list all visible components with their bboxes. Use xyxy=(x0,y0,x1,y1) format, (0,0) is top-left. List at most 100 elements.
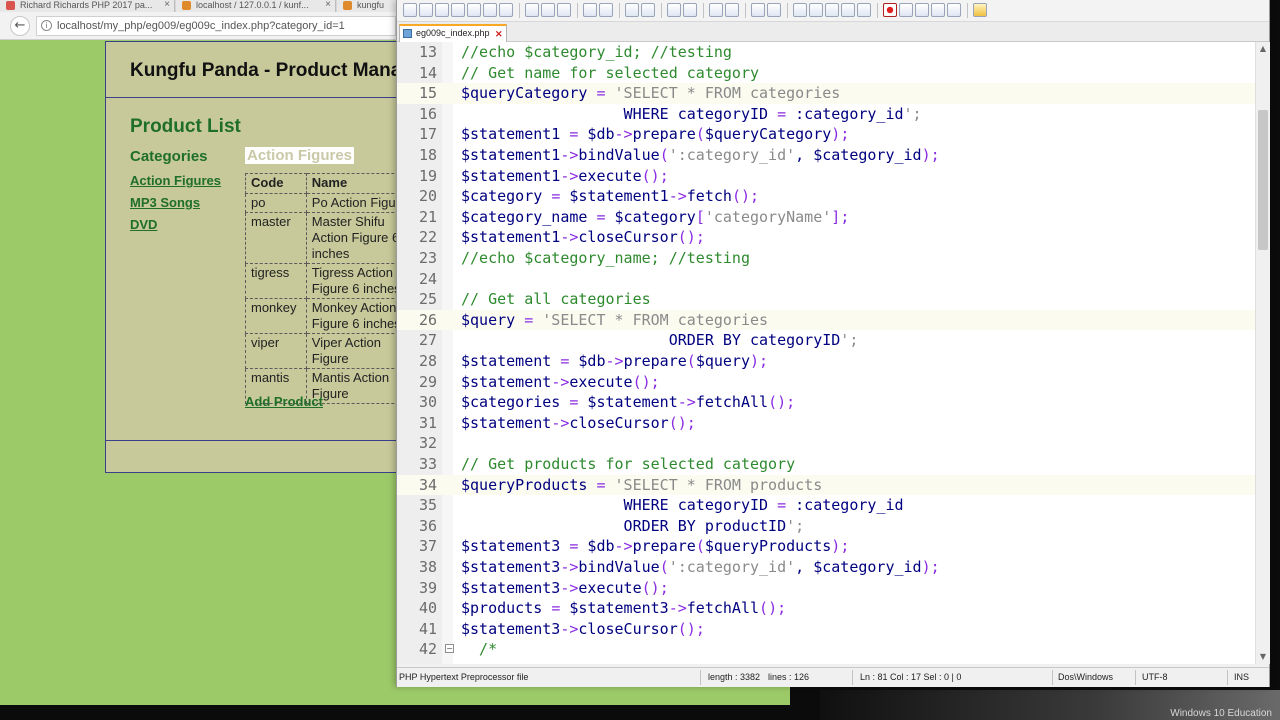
scrollbar-thumb[interactable] xyxy=(1258,110,1268,250)
folder-workspace-icon[interactable] xyxy=(857,3,871,17)
product-list-heading: Product List xyxy=(130,116,241,137)
line-number: 32 xyxy=(418,434,437,453)
find-icon[interactable] xyxy=(625,3,639,17)
save-all-icon[interactable] xyxy=(451,3,465,17)
status-separator xyxy=(1227,670,1228,685)
status-separator xyxy=(1135,670,1136,685)
line-number: 26 xyxy=(418,310,437,329)
file-tab[interactable]: eg009c_index.php ✕ xyxy=(399,24,507,42)
run-macro-multiple-icon[interactable] xyxy=(931,3,945,17)
close-tab-icon[interactable]: ✕ xyxy=(495,27,503,41)
code-line[interactable]: 42− /* xyxy=(397,639,1255,660)
line-number: 20 xyxy=(418,187,437,206)
code-line[interactable]: 14 // Get name for selected category xyxy=(397,63,1255,84)
line-number: 18 xyxy=(418,146,437,164)
code-editor-window: eg009c_index.php ✕ 13 //echo $category_id… xyxy=(396,0,1270,687)
code-line[interactable]: 13 //echo $category_id; //testing xyxy=(397,42,1255,63)
code-line[interactable]: 30 $categories = $statement->fetchAll(); xyxy=(397,392,1255,413)
tab-close-icon[interactable]: × xyxy=(164,0,170,10)
address-bar[interactable]: i localhost/my_php/eg009/eg009c_index.ph… xyxy=(36,16,396,36)
save-icon[interactable] xyxy=(435,3,449,17)
code-line[interactable]: 25 // Get all categories xyxy=(397,289,1255,310)
record-macro-icon[interactable] xyxy=(883,3,897,17)
scroll-up-arrow-icon[interactable]: ▲ xyxy=(1258,44,1268,54)
editor-toolbar xyxy=(397,0,1269,22)
function-list-icon[interactable] xyxy=(841,3,855,17)
toolbar-separator xyxy=(577,3,578,18)
open-file-icon[interactable] xyxy=(419,3,433,17)
code-text: $statement1->bindValue(':category_id', $… xyxy=(461,146,940,164)
close-all-icon[interactable] xyxy=(483,3,497,17)
save-macro-icon[interactable] xyxy=(947,3,961,17)
copy-icon[interactable] xyxy=(541,3,555,17)
browser-tab-title: Richard Richards PHP 2017 pa... xyxy=(20,0,153,10)
code-line[interactable]: 37 $statement3 = $db->prepare($queryProdu… xyxy=(397,536,1255,557)
code-line[interactable]: 33 // Get products for selected category xyxy=(397,454,1255,475)
sync-vertical-icon[interactable] xyxy=(709,3,723,17)
stop-macro-icon[interactable] xyxy=(899,3,913,17)
launch-browser-icon[interactable] xyxy=(973,3,987,17)
code-line[interactable]: 35 WHERE categoryID = :category_id xyxy=(397,495,1255,516)
code-line[interactable]: 15 $queryCategory = 'SELECT * FROM catego… xyxy=(397,83,1255,104)
print-icon[interactable] xyxy=(499,3,513,17)
replace-icon[interactable] xyxy=(641,3,655,17)
document-map-icon[interactable] xyxy=(825,3,839,17)
browser-tab-2[interactable]: localhost / 127.0.0.1 / kunf... × xyxy=(176,0,336,12)
code-text: //echo $category_id; //testing xyxy=(461,43,732,61)
code-text: ORDER BY categoryID'; xyxy=(461,331,859,350)
browser-tab-title: localhost / 127.0.0.1 / kunf... xyxy=(196,0,309,10)
code-line[interactable]: 28 $statement = $db->prepare($query); xyxy=(397,351,1255,372)
show-all-chars-icon[interactable] xyxy=(767,3,781,17)
line-number: 27 xyxy=(418,331,437,350)
word-wrap-icon[interactable] xyxy=(751,3,765,17)
code-line[interactable]: 17 $statement1 = $db->prepare($queryCateg… xyxy=(397,124,1255,145)
code-line[interactable]: 19 $statement1->execute(); xyxy=(397,166,1255,187)
vertical-scrollbar[interactable]: ▲ ▼ xyxy=(1255,42,1270,664)
code-line[interactable]: 38 $statement3->bindValue(':category_id',… xyxy=(397,557,1255,578)
back-button[interactable]: ← xyxy=(10,16,30,36)
scroll-down-arrow-icon[interactable]: ▼ xyxy=(1258,652,1268,662)
code-line[interactable]: 39 $statement3->execute(); xyxy=(397,578,1255,599)
code-line[interactable]: 18 $statement1->bindValue(':category_id',… xyxy=(397,145,1255,166)
code-line[interactable]: 21 $category_name = $category['categoryNa… xyxy=(397,207,1255,228)
code-line[interactable]: 23 //echo $category_name; //testing xyxy=(397,248,1255,269)
code-line[interactable]: 40 $products = $statement3->fetchAll(); xyxy=(397,598,1255,619)
tab-close-icon[interactable]: × xyxy=(325,0,331,10)
zoom-in-icon[interactable] xyxy=(667,3,681,17)
code-text: $statement1 = $db->prepare($queryCategor… xyxy=(461,125,850,144)
category-link-mp3-songs[interactable]: MP3 Songs xyxy=(130,195,200,210)
zoom-out-icon[interactable] xyxy=(683,3,697,17)
cut-icon[interactable] xyxy=(525,3,539,17)
code-line[interactable]: 34 $queryProducts = 'SELECT * FROM produc… xyxy=(397,474,1255,496)
code-line[interactable]: 32 xyxy=(397,433,1255,454)
redo-icon[interactable] xyxy=(599,3,613,17)
code-line[interactable]: 26 $query = 'SELECT * FROM categories xyxy=(397,309,1255,331)
browser-tab-1[interactable]: Richard Richards PHP 2017 pa... × xyxy=(0,0,175,12)
code-line[interactable]: 22 $statement1->closeCursor(); xyxy=(397,227,1255,248)
code-line[interactable]: 29 $statement->execute(); xyxy=(397,372,1255,393)
code-text: // Get name for selected category xyxy=(461,63,760,82)
info-icon[interactable]: i xyxy=(41,20,52,31)
paste-icon[interactable] xyxy=(557,3,571,17)
code-line[interactable]: 31 $statement->closeCursor(); xyxy=(397,413,1255,434)
browser-tab-title: kungfu xyxy=(357,0,385,10)
category-link-action-figures[interactable]: Action Figures xyxy=(130,173,221,188)
add-product-link[interactable]: Add Product xyxy=(245,394,323,409)
fold-toggle-icon[interactable]: − xyxy=(445,644,454,654)
code-line[interactable]: 16 WHERE categoryID = :category_id'; xyxy=(397,104,1255,125)
code-line[interactable]: 24 xyxy=(397,269,1255,290)
undo-icon[interactable] xyxy=(583,3,597,17)
new-file-icon[interactable] xyxy=(403,3,417,17)
play-macro-icon[interactable] xyxy=(915,3,929,17)
close-file-icon[interactable] xyxy=(467,3,481,17)
code-line[interactable]: 41 $statement3->closeCursor(); xyxy=(397,619,1255,640)
code-view[interactable]: 13 //echo $category_id; //testing 14 // Get… xyxy=(397,42,1255,664)
sync-horizontal-icon[interactable] xyxy=(725,3,739,17)
language-icon[interactable] xyxy=(809,3,823,17)
indent-guide-icon[interactable] xyxy=(793,3,807,17)
toolbar-separator xyxy=(877,3,878,18)
category-link-dvd[interactable]: DVD xyxy=(130,217,157,232)
code-line[interactable]: 27 ORDER BY categoryID'; xyxy=(397,330,1255,351)
code-line[interactable]: 36 ORDER BY productID'; xyxy=(397,516,1255,537)
code-line[interactable]: 20 $category = $statement1->fetch(); xyxy=(397,186,1255,207)
